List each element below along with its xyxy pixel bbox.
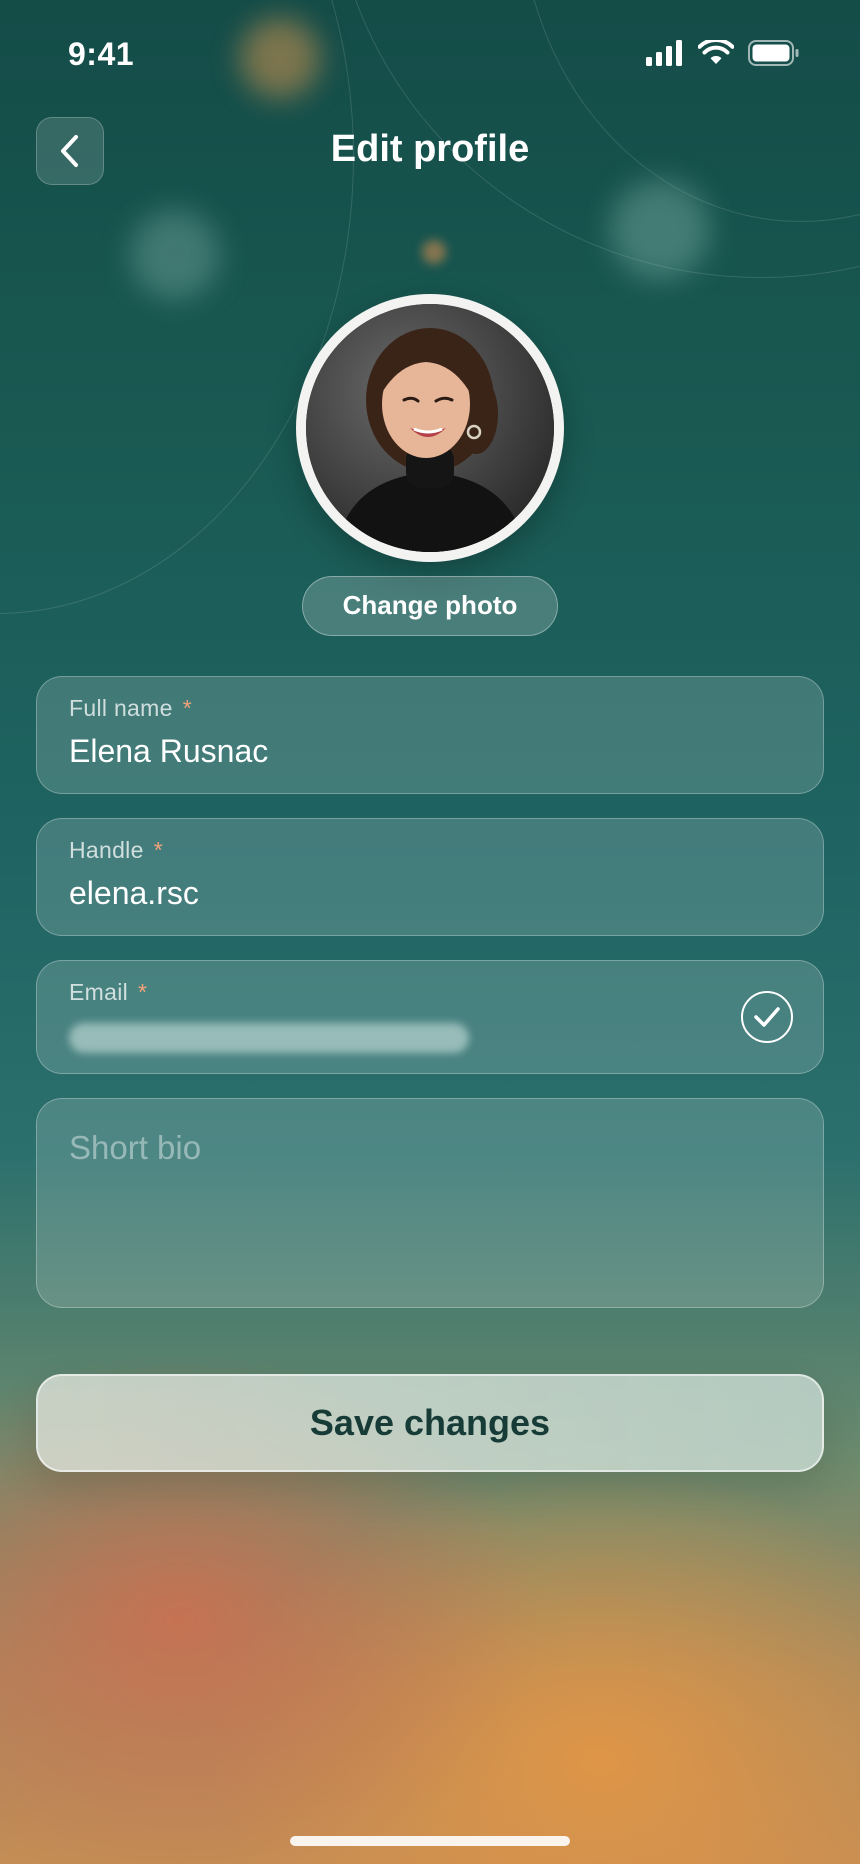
email-label: Email * bbox=[69, 979, 147, 1006]
avatar[interactable] bbox=[296, 294, 564, 562]
checkmark-circle-icon bbox=[741, 991, 793, 1043]
email-field[interactable]: Email * bbox=[36, 960, 824, 1074]
required-mark: * bbox=[138, 979, 148, 1005]
profile-photo bbox=[306, 304, 554, 552]
full-name-field[interactable]: Full name * Elena Rusnac bbox=[36, 676, 824, 794]
required-mark: * bbox=[182, 695, 192, 721]
full-name-value: Elena Rusnac bbox=[69, 733, 269, 769]
change-photo-button[interactable]: Change photo bbox=[302, 576, 558, 636]
wifi-icon bbox=[698, 40, 734, 64]
home-indicator[interactable] bbox=[290, 1836, 570, 1846]
full-name-label-text: Full name bbox=[69, 695, 173, 721]
bio-textarea[interactable]: Short bio bbox=[36, 1098, 824, 1308]
cellular-signal-icon bbox=[646, 40, 682, 66]
handle-label-text: Handle bbox=[69, 837, 144, 863]
email-value-redacted bbox=[69, 1023, 469, 1053]
status-bar: 9:41 bbox=[0, 0, 860, 110]
battery-icon bbox=[748, 40, 799, 66]
save-changes-button[interactable]: Save changes bbox=[36, 1374, 824, 1472]
email-label-text: Email bbox=[69, 979, 129, 1005]
required-mark: * bbox=[153, 837, 163, 863]
bio-placeholder: Short bio bbox=[69, 1129, 202, 1166]
handle-field[interactable]: Handle * elena.rsc bbox=[36, 818, 824, 936]
status-icons bbox=[646, 40, 800, 66]
status-time: 9:41 bbox=[68, 36, 135, 72]
handle-label: Handle * bbox=[69, 837, 163, 864]
handle-value: elena.rsc bbox=[69, 875, 199, 911]
full-name-label: Full name * bbox=[69, 695, 192, 722]
page-title: Edit profile bbox=[330, 128, 530, 170]
